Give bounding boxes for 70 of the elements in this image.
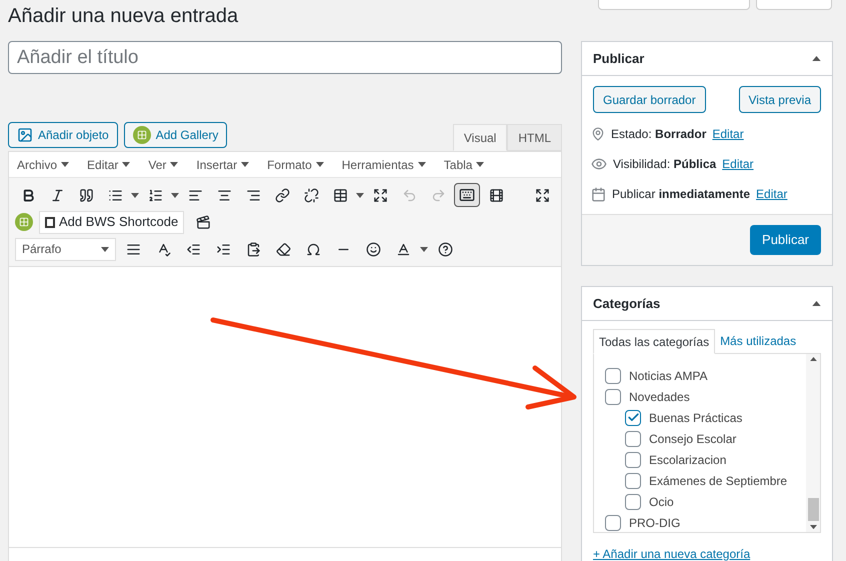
category-label: PRO-DIG <box>629 514 680 532</box>
save-draft-button[interactable]: Guardar borrador <box>593 86 706 113</box>
meta-text: Estado: Borrador <box>611 126 706 143</box>
edit-link[interactable]: Editar <box>712 125 744 143</box>
category-label: Buenas Prácticas <box>649 410 742 426</box>
checkbox[interactable] <box>605 368 621 384</box>
pin-icon <box>591 127 605 141</box>
checkbox[interactable] <box>625 494 641 510</box>
category-label: Noticias AMPA <box>629 368 708 384</box>
eye-icon <box>591 156 607 172</box>
caret-icon <box>356 192 364 198</box>
checkbox[interactable] <box>625 452 641 468</box>
caret-icon <box>316 162 324 167</box>
box-title: Categorías <box>593 294 660 313</box>
media-icon <box>17 127 33 143</box>
collapse-icon[interactable] <box>812 56 821 62</box>
checkbox[interactable] <box>625 472 641 488</box>
caret-icon <box>420 246 428 252</box>
format-select[interactable]: Párrafo <box>15 238 116 260</box>
edit-link[interactable]: Editar <box>756 185 788 203</box>
menu-item[interactable]: Ver <box>148 156 178 174</box>
caret-icon <box>476 162 484 167</box>
menu-item[interactable]: Tabla <box>444 156 484 174</box>
calendar-icon <box>591 186 606 202</box>
caret-icon <box>131 192 139 198</box>
title-field[interactable]: Añadir el título <box>8 41 562 74</box>
media-button[interactable]: Añadir objeto <box>8 122 118 148</box>
caret-icon <box>101 246 109 252</box>
caret-icon <box>170 162 178 167</box>
category-tab[interactable]: Todas las categorías <box>593 329 716 354</box>
menu-item[interactable]: Insertar <box>196 156 250 174</box>
collapse-icon[interactable] <box>812 300 821 306</box>
checkbox[interactable] <box>605 514 621 530</box>
menu-item[interactable]: Herramientas <box>342 156 426 174</box>
meta-text: Publicar inmediatamente <box>612 186 750 203</box>
category-label: Ocio <box>649 494 674 510</box>
preview-button[interactable]: Vista previa <box>738 86 821 113</box>
caret-icon <box>418 162 426 167</box>
publish-button[interactable]: Publicar <box>750 225 821 255</box>
add-category-link[interactable]: + Añadir una nueva categoría <box>593 545 821 561</box>
menu-item[interactable]: Editar <box>87 156 130 174</box>
toolbar-toggle-icon[interactable] <box>454 183 480 207</box>
category-label: Escolarizacion <box>649 452 726 468</box>
menu-item[interactable]: Formato <box>267 156 324 174</box>
category-label: Novedades <box>629 388 690 406</box>
edit-link[interactable]: Editar <box>722 155 754 173</box>
gallery-icon <box>132 126 151 144</box>
scroll-up-icon[interactable] <box>810 357 816 362</box>
caret-icon <box>171 192 179 198</box>
menu-item[interactable]: Archivo <box>17 156 70 174</box>
checkbox[interactable] <box>625 410 641 426</box>
media-button[interactable]: Add Gallery <box>124 122 228 148</box>
box-title: Publicar <box>593 50 644 68</box>
caret-icon <box>61 162 70 167</box>
checkbox[interactable] <box>605 388 621 404</box>
caret-icon <box>241 162 250 167</box>
scrollbar[interactable] <box>806 354 820 532</box>
page-title: Añadir una nueva entrada <box>8 4 240 29</box>
caret-icon <box>122 162 130 167</box>
category-label: Exámenes de Septiembre <box>649 472 788 490</box>
shortcode-button[interactable]: Add BWS Shortcode <box>39 210 184 234</box>
editor-tab[interactable]: Visual <box>452 124 508 151</box>
meta-text: Visibilidad: Pública <box>613 156 716 173</box>
category-tab[interactable]: Más utilizadas <box>715 328 802 353</box>
scroll-thumb[interactable] <box>808 498 818 521</box>
scroll-down-icon[interactable] <box>810 524 816 529</box>
bracket-icon <box>45 216 55 228</box>
checkbox[interactable] <box>625 430 641 446</box>
editor-tab[interactable]: HTML <box>507 124 562 151</box>
category-label: Consejo Escolar <box>649 430 736 448</box>
